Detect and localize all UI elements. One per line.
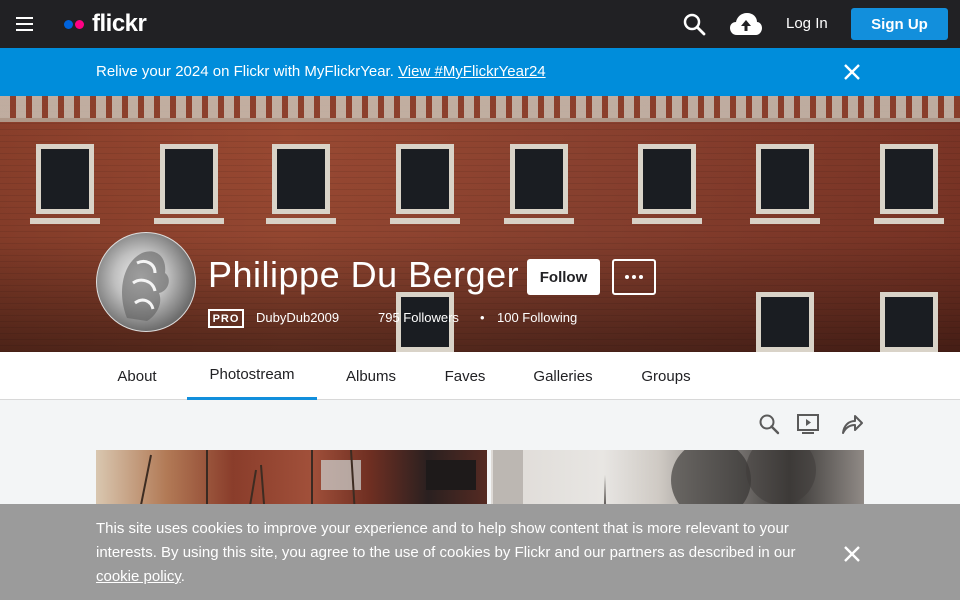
avatar[interactable]: [96, 232, 196, 332]
close-icon[interactable]: [842, 62, 862, 87]
search-icon[interactable]: [757, 412, 781, 436]
logo-pink-dot: [75, 19, 84, 29]
tab-about[interactable]: About: [96, 352, 178, 400]
cover-cornice-line: [0, 118, 960, 122]
tab-groups[interactable]: Groups: [629, 352, 703, 400]
more-icon[interactable]: [612, 259, 656, 295]
tab-faves[interactable]: Faves: [433, 352, 497, 400]
flickr-logo[interactable]: flickr: [64, 10, 147, 38]
login-link[interactable]: Log In: [786, 15, 828, 32]
stats-separator: •: [480, 310, 485, 325]
cookie-banner: This site uses cookies to improve your e…: [0, 504, 960, 600]
cover-cornice: [0, 96, 960, 118]
promo-banner: Relive your 2024 on Flickr with MyFlickr…: [0, 48, 960, 96]
profile-name: Philippe Du Berger: [208, 254, 520, 295]
share-icon[interactable]: [840, 412, 864, 436]
cookie-text: This site uses cookies to improve your e…: [96, 520, 796, 561]
menu-icon[interactable]: [16, 17, 33, 31]
promo-message: Relive your 2024 on Flickr with MyFlickr…: [96, 63, 546, 80]
promo-link[interactable]: View #MyFlickrYear24: [398, 63, 546, 80]
profile-tabs: About Photostream Albums Faves Galleries…: [0, 352, 960, 400]
tab-albums[interactable]: Albums: [333, 352, 409, 400]
tab-photostream[interactable]: Photostream: [187, 352, 317, 400]
pro-badge: PRO: [208, 309, 244, 328]
promo-text: Relive your 2024 on Flickr with MyFlickr…: [96, 63, 394, 80]
tab-galleries[interactable]: Galleries: [522, 352, 604, 400]
close-icon[interactable]: [842, 544, 862, 568]
search-icon[interactable]: [682, 12, 706, 36]
cloud-upload-icon[interactable]: [729, 11, 763, 37]
username: DubyDub2009: [256, 310, 340, 325]
slideshow-icon[interactable]: [796, 412, 820, 436]
signup-button[interactable]: Sign Up: [851, 8, 948, 40]
follow-button[interactable]: Follow: [527, 259, 600, 295]
cookie-message: This site uses cookies to improve your e…: [96, 517, 831, 589]
logo-wordmark: flickr: [92, 10, 147, 37]
following-link[interactable]: 100 Following: [497, 310, 577, 325]
cookie-policy-link[interactable]: cookie policy: [96, 568, 181, 585]
top-nav: flickr Log In Sign Up: [0, 0, 960, 48]
followers-link[interactable]: 795 Followers: [378, 310, 459, 325]
cookie-suffix: .: [180, 568, 185, 585]
logo-blue-dot: [64, 19, 73, 29]
